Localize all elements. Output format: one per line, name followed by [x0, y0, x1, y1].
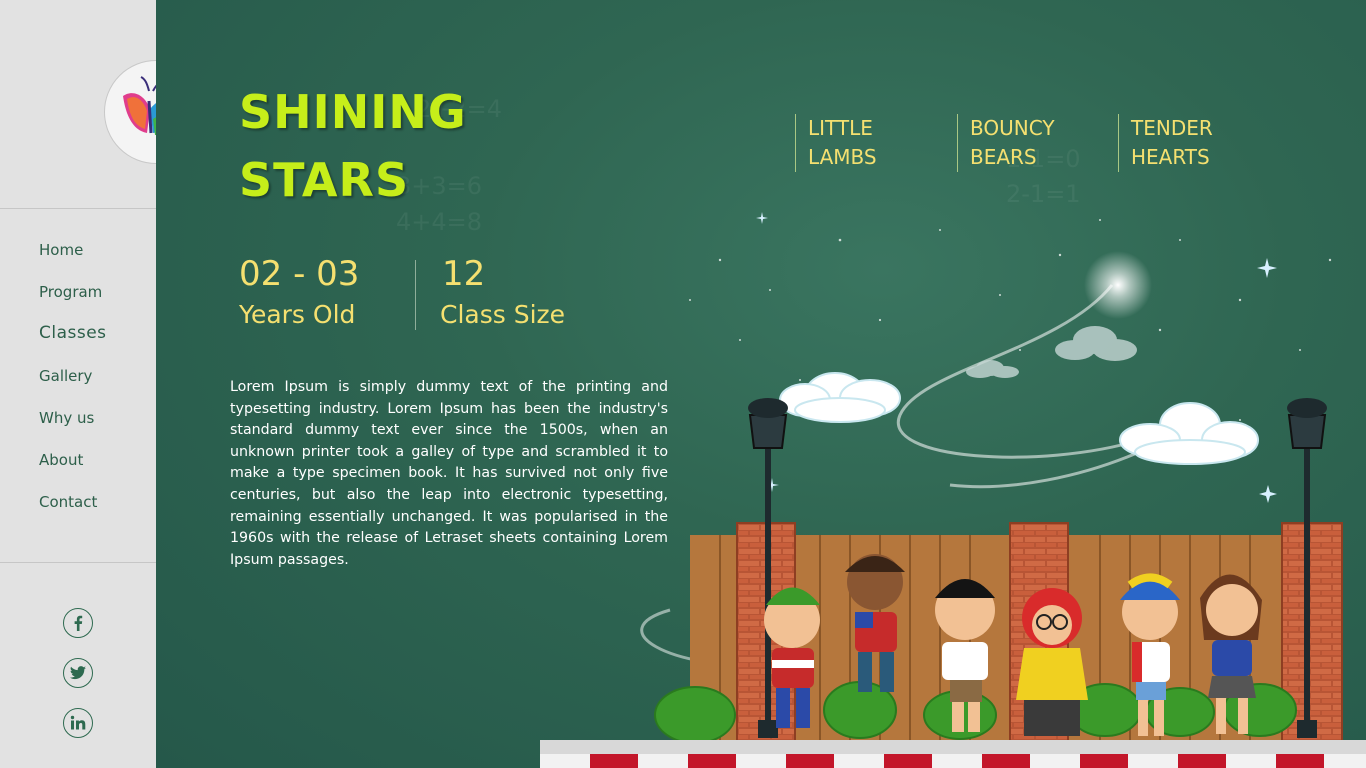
- class-link-little-lambs[interactable]: LITTLE LAMBS: [795, 114, 877, 172]
- app-root: Home Program Classes Gallery Why us Abou…: [0, 0, 1366, 768]
- age-range-value: 02 - 03: [239, 254, 360, 294]
- title-line-1: SHINING: [239, 85, 467, 139]
- sidebar: Home Program Classes Gallery Why us Abou…: [0, 0, 208, 768]
- kid-figure: [1016, 588, 1088, 736]
- class-name-line1: TENDER: [1131, 116, 1213, 140]
- class-size-value: 12: [442, 254, 486, 294]
- cloud: [1119, 402, 1259, 465]
- linkedin-icon: [70, 715, 86, 730]
- age-range-label: Years Old: [239, 300, 356, 329]
- nav-classes[interactable]: Classes: [39, 323, 107, 343]
- class-name-line1: BOUNCY: [970, 116, 1055, 140]
- title-line-2: STARS: [239, 153, 410, 207]
- facebook-button[interactable]: [63, 608, 93, 638]
- class-name-line1: LITTLE: [808, 116, 873, 140]
- nav-gallery[interactable]: Gallery: [39, 367, 92, 385]
- nav-program[interactable]: Program: [39, 283, 102, 301]
- sidebar-divider-bottom: [0, 562, 156, 563]
- facebook-icon: [74, 615, 83, 631]
- linkedin-button[interactable]: [63, 708, 93, 738]
- class-name-line2: HEARTS: [1131, 145, 1210, 169]
- class-link-bouncy-bears[interactable]: BOUNCY BEARS: [957, 114, 1055, 172]
- stats-divider: [415, 260, 416, 330]
- nav-about[interactable]: About: [39, 451, 83, 469]
- nav-contact[interactable]: Contact: [39, 493, 97, 511]
- kids-fence-illustration: [540, 212, 1366, 768]
- class-name-line2: BEARS: [970, 145, 1037, 169]
- shining-star: [1084, 251, 1152, 319]
- sidebar-divider-top: [0, 208, 156, 209]
- sidewalk-curb: [540, 740, 1366, 754]
- twitter-icon: [70, 666, 86, 680]
- cloud: [966, 326, 1137, 378]
- nav-home[interactable]: Home: [39, 241, 83, 259]
- class-name-line2: LAMBS: [808, 145, 877, 169]
- cloud: [779, 372, 901, 423]
- curb-stripes: [540, 754, 1366, 768]
- class-link-tender-hearts[interactable]: TENDER HEARTS: [1118, 114, 1213, 172]
- twitter-button[interactable]: [63, 658, 93, 688]
- nav-why-us[interactable]: Why us: [39, 409, 94, 427]
- site-title: SHINING STARS: [239, 78, 467, 214]
